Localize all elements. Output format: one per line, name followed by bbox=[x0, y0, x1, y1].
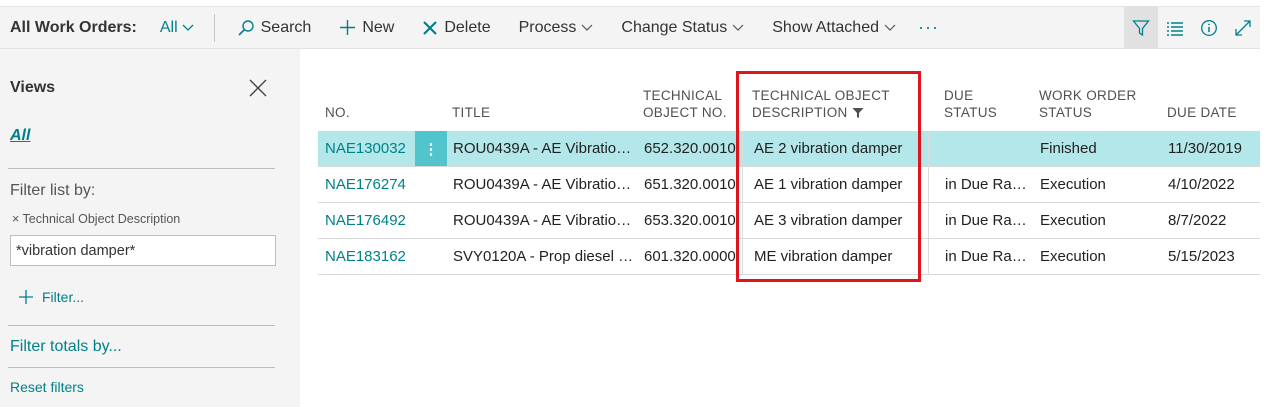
due-date-cell: 11/30/2019 bbox=[1168, 140, 1242, 157]
info-icon bbox=[1201, 19, 1217, 36]
work-order-status-cell: Execution bbox=[1040, 212, 1106, 229]
delete-button[interactable]: Delete bbox=[422, 18, 491, 37]
change-status-menu-label: Change Status bbox=[621, 18, 728, 36]
chevron-down-icon bbox=[884, 24, 896, 32]
action-bar: All Work Orders: All Search New Delete P… bbox=[0, 6, 1260, 49]
search-button-label: Search bbox=[260, 18, 312, 36]
more-actions-button[interactable]: ··· bbox=[918, 17, 939, 38]
process-menu[interactable]: Process bbox=[519, 19, 594, 37]
filter-pane: Views All Filter list by: × Technical Ob… bbox=[0, 49, 300, 407]
view-selector[interactable]: All bbox=[160, 19, 194, 37]
show-attached-menu[interactable]: Show Attached bbox=[772, 19, 896, 37]
view-all-link[interactable]: All bbox=[10, 127, 30, 145]
due-status-cell: in Due Ran... bbox=[928, 167, 1032, 202]
work-order-status-cell: Finished bbox=[1040, 140, 1097, 157]
search-icon bbox=[237, 19, 255, 37]
search-button[interactable]: Search bbox=[237, 18, 312, 37]
info-pane-toggle[interactable] bbox=[1192, 7, 1226, 48]
filter-icon bbox=[1132, 19, 1150, 36]
row-actions-button[interactable]: ⋮ bbox=[415, 131, 447, 166]
technical-object-no-cell: 652.320.0010 bbox=[644, 140, 736, 157]
work-order-status-cell: Execution bbox=[1040, 248, 1106, 265]
change-status-menu[interactable]: Change Status bbox=[621, 19, 744, 37]
page-title: All Work Orders: bbox=[10, 18, 137, 36]
plus-icon bbox=[18, 289, 34, 305]
divider bbox=[8, 367, 275, 368]
plus-icon bbox=[339, 19, 356, 36]
views-heading: Views bbox=[10, 79, 56, 96]
reset-filters-link[interactable]: Reset filters bbox=[10, 379, 84, 395]
divider bbox=[8, 325, 275, 326]
column-header-due-status[interactable]: DUE STATUS bbox=[944, 87, 997, 121]
close-pane-button[interactable] bbox=[248, 78, 268, 102]
technical-object-no-cell: 653.320.0010 bbox=[644, 212, 736, 229]
column-header-no[interactable]: NO. bbox=[325, 104, 350, 121]
due-date-cell: 4/10/2022 bbox=[1168, 176, 1235, 193]
work-order-no-link[interactable]: NAE176274 bbox=[325, 167, 413, 202]
close-icon bbox=[249, 79, 267, 97]
column-highlight-box bbox=[736, 71, 921, 282]
list-view-toggle[interactable] bbox=[1158, 7, 1192, 48]
due-status-cell: in Due Ran... bbox=[928, 203, 1032, 238]
active-filter-field[interactable]: × Technical Object Description bbox=[12, 212, 180, 226]
toolbar-right-group bbox=[1124, 7, 1260, 48]
work-order-no-link[interactable]: NAE183162 bbox=[325, 239, 413, 274]
title-cell: ROU0439A - AE Vibration ... bbox=[453, 212, 635, 229]
due-date-cell: 8/7/2022 bbox=[1168, 212, 1227, 229]
toolbar-divider bbox=[213, 13, 215, 42]
chevron-down-icon bbox=[581, 24, 593, 32]
delete-x-icon bbox=[422, 20, 438, 36]
title-cell: ROU0439A - AE Vibration ... bbox=[453, 140, 635, 157]
filter-list-by-label: Filter list by: bbox=[10, 182, 96, 199]
view-selector-label: All bbox=[159, 18, 178, 36]
work-order-no-link[interactable]: NAE176492 bbox=[325, 203, 413, 238]
column-header-work-order-status[interactable]: WORK ORDER STATUS bbox=[1039, 87, 1137, 121]
work-order-status-cell: Execution bbox=[1040, 176, 1106, 193]
column-header-technical-object-no[interactable]: TECHNICAL OBJECT NO. bbox=[643, 87, 727, 121]
due-date-cell: 5/15/2023 bbox=[1168, 248, 1235, 265]
divider bbox=[8, 168, 275, 169]
work-order-no-link[interactable]: NAE130032 bbox=[325, 131, 413, 166]
title-cell: SVY0120A - Prop diesel e... bbox=[453, 248, 635, 265]
chevron-down-icon bbox=[182, 24, 194, 32]
column-header-title[interactable]: TITLE bbox=[452, 104, 490, 121]
delete-button-label: Delete bbox=[444, 18, 491, 36]
add-filter-button[interactable]: Filter... bbox=[18, 289, 84, 305]
expand-button[interactable] bbox=[1226, 7, 1260, 48]
technical-object-no-cell: 601.320.0000 bbox=[644, 248, 736, 265]
add-filter-label: Filter... bbox=[42, 289, 85, 305]
filter-totals-link[interactable]: Filter totals by... bbox=[10, 338, 122, 356]
due-status-cell bbox=[928, 131, 1032, 166]
list-icon bbox=[1167, 21, 1183, 36]
expand-icon bbox=[1235, 19, 1251, 36]
process-menu-label: Process bbox=[518, 18, 577, 36]
technical-object-no-cell: 651.320.0010 bbox=[644, 176, 736, 193]
title-cell: ROU0439A - AE Vibration ... bbox=[453, 176, 635, 193]
show-attached-menu-label: Show Attached bbox=[772, 18, 879, 36]
filter-value-input[interactable] bbox=[10, 235, 276, 266]
due-status-cell: in Due Ran... bbox=[928, 239, 1032, 274]
column-header-due-date[interactable]: DUE DATE bbox=[1167, 104, 1237, 121]
new-button-label: New bbox=[362, 18, 395, 36]
filter-pane-toggle[interactable] bbox=[1124, 7, 1158, 48]
new-button[interactable]: New bbox=[339, 19, 394, 37]
chevron-down-icon bbox=[732, 24, 744, 32]
